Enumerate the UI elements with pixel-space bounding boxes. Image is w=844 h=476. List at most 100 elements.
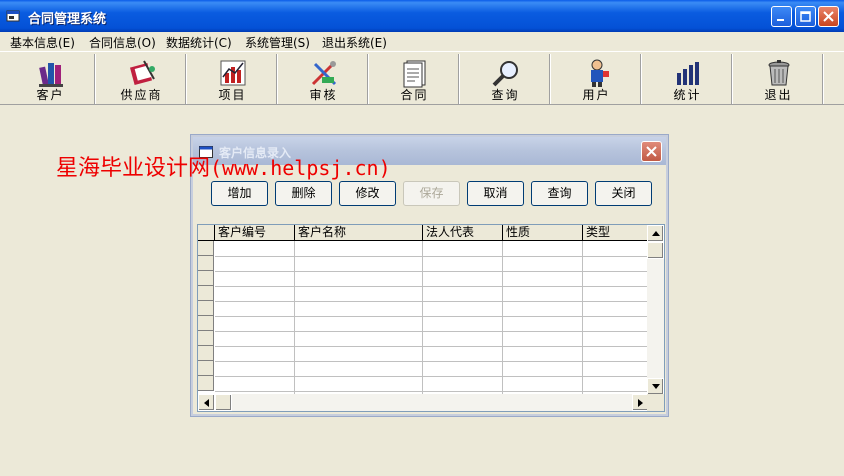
menu-basic-info[interactable]: 基本信息(E) (10, 34, 75, 51)
toolbar-button-audit[interactable]: 审核 (279, 54, 369, 104)
toolbar-button-supplier[interactable]: 供应商 (97, 54, 187, 104)
arrow-down-icon (651, 384, 660, 389)
horizontal-scrollbar[interactable] (198, 394, 649, 411)
toolbar-label: 用户 (582, 88, 611, 102)
column-header[interactable]: 客户编号 (215, 225, 295, 241)
cancel-button[interactable]: 取消 (467, 181, 524, 206)
app-window: 合同管理系统 基本信息(E) 合同信息(O) 数据统计(C) 系统管理(S) 退… (0, 0, 844, 476)
toolbar-label: 查询 (491, 88, 520, 102)
row-selector[interactable] (198, 301, 214, 316)
close-button[interactable] (818, 6, 839, 27)
books-icon (38, 63, 63, 87)
grid-row-line (215, 316, 649, 317)
row-selector[interactable] (198, 256, 214, 271)
minimize-icon (777, 19, 784, 21)
column-header[interactable]: 法人代表 (423, 225, 503, 241)
grid-column-line (294, 241, 295, 395)
close-icon (823, 11, 834, 22)
app-icon (6, 10, 20, 22)
toolbar-button-project[interactable]: 项目 (188, 54, 278, 104)
toolbar-label: 审核 (309, 88, 338, 102)
toolbar-button-query[interactable]: 查询 (461, 54, 551, 104)
toolbar-label: 统计 (673, 88, 702, 102)
supplier-icon (129, 60, 155, 86)
magnifier-icon (492, 61, 518, 87)
arrow-up-icon (651, 231, 660, 236)
watermark: 星海毕业设计网(www.helpsj.cn) (56, 150, 391, 182)
menu-bar: 基本信息(E) 合同信息(O) 数据统计(C) 系统管理(S) 退出系统(E) (0, 32, 844, 50)
menu-system-admin[interactable]: 系统管理(S) (245, 34, 310, 51)
grid-row-line (215, 271, 649, 272)
toolbar-button-contract[interactable]: 合同 (370, 54, 460, 104)
add-button[interactable]: 增加 (211, 181, 268, 206)
grid-row-line (215, 376, 649, 377)
grid-row-line (215, 391, 649, 392)
dialog-close-button[interactable] (641, 141, 662, 162)
vertical-scroll-thumb[interactable] (647, 242, 664, 259)
customer-grid[interactable]: 客户编号 客户名称 法人代表 性质 类型 (197, 224, 665, 412)
edit-button[interactable]: 修改 (339, 181, 396, 206)
grid-row-line (215, 331, 649, 332)
toolbar-button-exit[interactable]: 退出 (734, 54, 824, 104)
close-dialog-button[interactable]: 关闭 (595, 181, 652, 206)
grid-row-line (215, 346, 649, 347)
row-selector[interactable] (198, 316, 214, 331)
grid-row-line (215, 286, 649, 287)
window-title: 合同管理系统 (28, 12, 107, 27)
close-icon (646, 146, 657, 157)
chart-bars-icon (220, 60, 245, 86)
grid-header: 客户编号 客户名称 法人代表 性质 类型 (198, 225, 649, 241)
toolbar-label: 退出 (764, 88, 793, 102)
toolbar-label: 供应商 (120, 88, 163, 102)
watermark-text: 星海毕业设计网 (56, 156, 211, 181)
scroll-down-button[interactable] (647, 378, 664, 395)
horizontal-scroll-thumb[interactable] (215, 394, 232, 411)
watermark-url: (www.helpsj.cn) (210, 156, 391, 180)
scrollbar-corner (647, 394, 664, 411)
stats-icon (676, 62, 699, 85)
toolbar-button-stats[interactable]: 统计 (643, 54, 733, 104)
grid-row-line (215, 361, 649, 362)
maximize-button[interactable] (795, 6, 816, 27)
row-selector[interactable] (198, 271, 214, 286)
user-icon (590, 59, 609, 87)
save-button[interactable]: 保存 (403, 181, 460, 206)
minimize-button[interactable] (771, 6, 792, 27)
document-icon (403, 60, 425, 88)
toolbar-button-user[interactable]: 用户 (552, 54, 642, 104)
column-header[interactable]: 客户名称 (295, 225, 423, 241)
menu-contract-info[interactable]: 合同信息(O) (89, 34, 156, 51)
maximize-icon (800, 11, 811, 22)
arrow-right-icon (638, 398, 643, 407)
tools-icon (311, 61, 336, 86)
row-selector[interactable] (198, 346, 214, 361)
toolbar: 客户 供应商 项目 审核 合同 查询 用户 统计 退出 (0, 51, 844, 105)
trash-icon (768, 60, 789, 86)
toolbar-label: 合同 (400, 88, 429, 102)
delete-button[interactable]: 删除 (275, 181, 332, 206)
grid-row-line (215, 256, 649, 257)
row-selector[interactable] (198, 361, 214, 376)
title-bar[interactable]: 合同管理系统 (0, 0, 844, 32)
row-header-column (198, 241, 214, 391)
row-selector[interactable] (198, 331, 214, 346)
arrow-left-icon (204, 398, 209, 407)
row-selector[interactable] (198, 376, 214, 391)
toolbar-button-customer[interactable]: 客户 (6, 54, 96, 104)
menu-exit-system[interactable]: 退出系统(E) (322, 34, 387, 51)
toolbar-label: 客户 (36, 88, 65, 102)
row-selector[interactable] (198, 241, 214, 256)
grid-column-line (422, 241, 423, 395)
grid-row-line (215, 301, 649, 302)
vertical-scrollbar[interactable] (647, 225, 664, 395)
column-header[interactable]: 性质 (503, 225, 583, 241)
grid-column-line (502, 241, 503, 395)
scroll-left-button[interactable] (198, 394, 215, 411)
grid-corner-cell (198, 225, 215, 241)
query-button[interactable]: 查询 (531, 181, 588, 206)
scroll-up-button[interactable] (647, 225, 664, 242)
grid-column-line (582, 241, 583, 395)
column-header[interactable]: 类型 (583, 225, 649, 241)
menu-data-stats[interactable]: 数据统计(C) (166, 34, 232, 51)
row-selector[interactable] (198, 286, 214, 301)
